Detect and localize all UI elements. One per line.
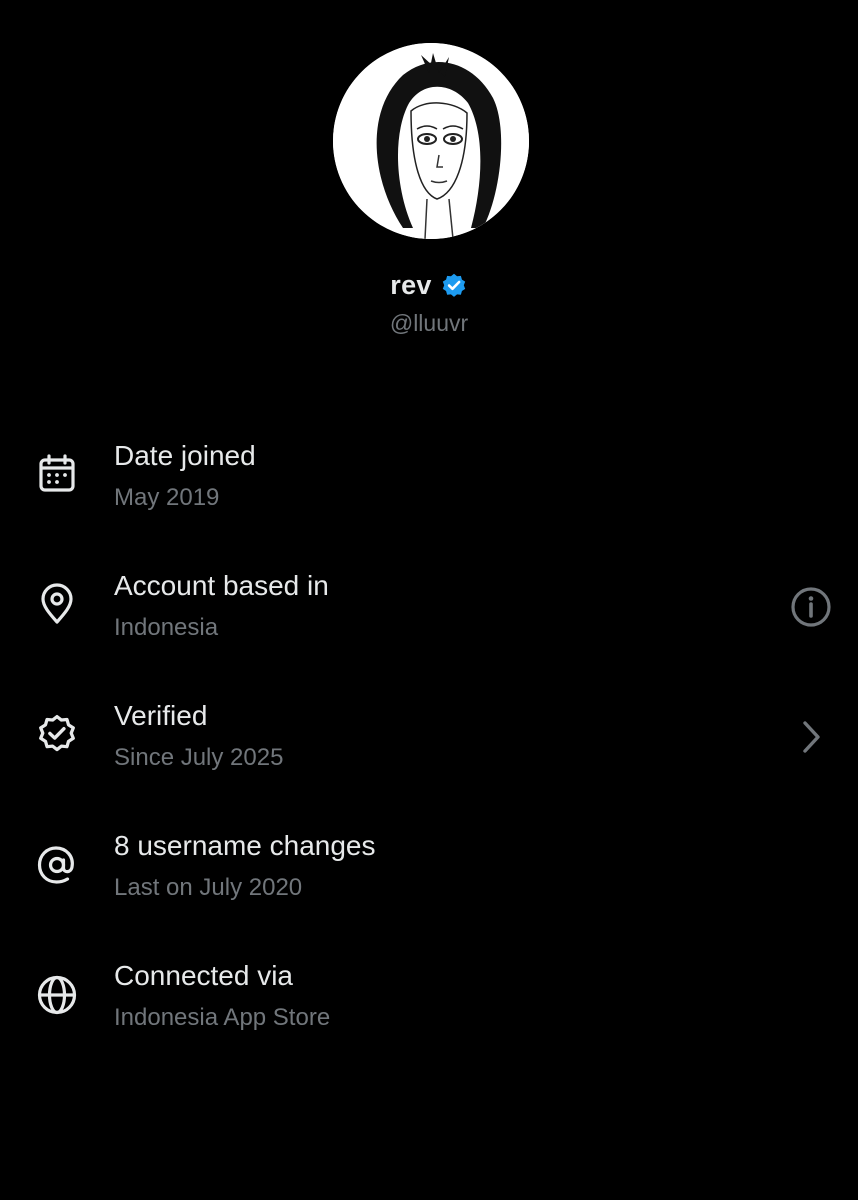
row-title: 8 username changes xyxy=(114,830,376,861)
location-pin-icon xyxy=(34,582,80,628)
verified-check-icon[interactable] xyxy=(440,272,468,300)
verified-badge-outline-icon xyxy=(34,712,80,758)
row-date-joined: Date joined May 2019 xyxy=(0,440,858,540)
row-username-changes: 8 username changes Last on July 2020 xyxy=(0,830,858,930)
row-subtitle: Since July 2025 xyxy=(114,744,284,771)
row-subtitle: Last on July 2020 xyxy=(114,874,303,901)
calendar-icon xyxy=(34,452,80,498)
row-account-based-in[interactable]: Account based in Indonesia xyxy=(0,570,858,670)
row-title: Account based in xyxy=(114,570,329,601)
at-sign-icon xyxy=(34,842,80,888)
username-handle: @lluuvr xyxy=(389,310,469,336)
row-title: Connected via xyxy=(114,960,294,991)
profile-avatar[interactable] xyxy=(333,43,529,239)
chevron-right-icon[interactable] xyxy=(788,714,834,760)
row-connected-via: Connected via Indonesia App Store xyxy=(0,960,858,1060)
row-title: Date joined xyxy=(114,440,256,471)
info-icon[interactable] xyxy=(788,584,834,630)
globe-icon xyxy=(34,972,80,1018)
row-title: Verified xyxy=(114,700,208,731)
avatar-illustration xyxy=(333,43,529,239)
row-subtitle: Indonesia App Store xyxy=(114,1004,331,1031)
row-verified[interactable]: Verified Since July 2025 xyxy=(0,700,858,800)
row-subtitle: Indonesia xyxy=(114,614,219,641)
display-name: rev xyxy=(390,270,432,300)
row-subtitle: May 2019 xyxy=(114,484,220,511)
profile-name-row: rev xyxy=(0,270,858,301)
